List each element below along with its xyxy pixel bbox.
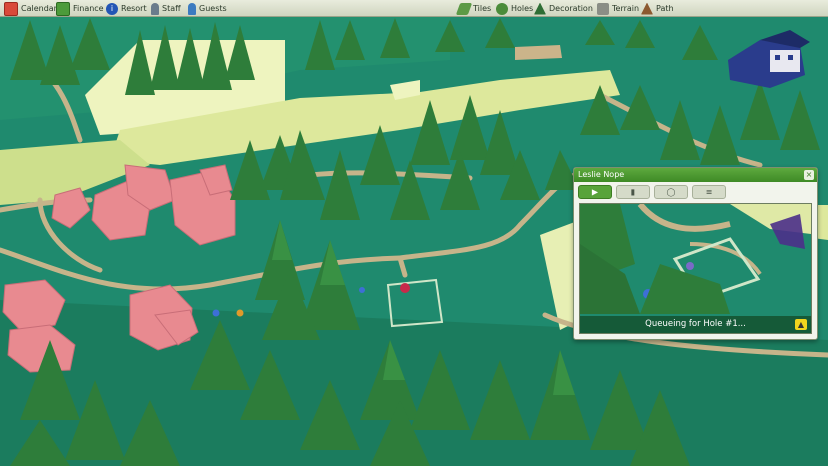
- guest-status-bar: Queueing for Hole #1... ▲: [580, 316, 811, 333]
- path-button[interactable]: Path: [641, 0, 674, 17]
- panel-title: Leslie Nope: [574, 168, 817, 182]
- calendar-button[interactable]: Calendar: [4, 0, 57, 17]
- camera-scene: [580, 204, 811, 333]
- finance-button[interactable]: Finance: [56, 0, 104, 17]
- money-icon: [56, 1, 70, 16]
- tab-thoughts[interactable]: ◯: [654, 185, 688, 199]
- terrain-icon: [597, 2, 609, 15]
- tiles-icon: [455, 2, 473, 15]
- info-icon: i: [106, 2, 118, 15]
- panel-tabs: ▶ ▮ ◯ ≡: [578, 185, 814, 199]
- thought-bubble-icon: ◯: [666, 187, 676, 197]
- guests-icon: [188, 2, 196, 15]
- tab-camera[interactable]: ▶: [578, 185, 612, 199]
- staff-icon: [151, 2, 159, 15]
- guest-info-panel: Leslie Nope × ▶ ▮ ◯ ≡ Queueing for Hole …: [573, 167, 818, 340]
- tiles-button[interactable]: Tiles: [455, 0, 491, 17]
- holes-button[interactable]: Holes: [496, 0, 533, 17]
- holes-icon: [496, 2, 508, 15]
- top-toolbar: Calendar Finance i Resort Staff Guests T…: [0, 0, 828, 17]
- decoration-button[interactable]: Decoration: [534, 0, 593, 17]
- staff-button[interactable]: Staff: [151, 0, 181, 17]
- guests-button[interactable]: Guests: [188, 0, 227, 17]
- guest-camera-view[interactable]: Queueing for Hole #1... ▲: [579, 203, 812, 334]
- path-icon: [641, 2, 653, 15]
- expand-up-icon[interactable]: ▲: [795, 319, 807, 330]
- guest-status-text: Queueing for Hole #1...: [645, 319, 746, 329]
- tab-stats[interactable]: ≡: [692, 185, 726, 199]
- terrain-button[interactable]: Terrain: [597, 0, 639, 17]
- close-icon[interactable]: ×: [804, 170, 814, 180]
- stats-icon: ≡: [705, 187, 713, 197]
- bunker: [515, 45, 562, 60]
- calendar-icon: [4, 1, 18, 16]
- person-icon: ▮: [630, 187, 636, 197]
- resort-button[interactable]: i Resort: [106, 0, 147, 17]
- decoration-icon: [534, 2, 546, 15]
- tab-info[interactable]: ▮: [616, 185, 650, 199]
- camera-icon: ▶: [591, 187, 599, 197]
